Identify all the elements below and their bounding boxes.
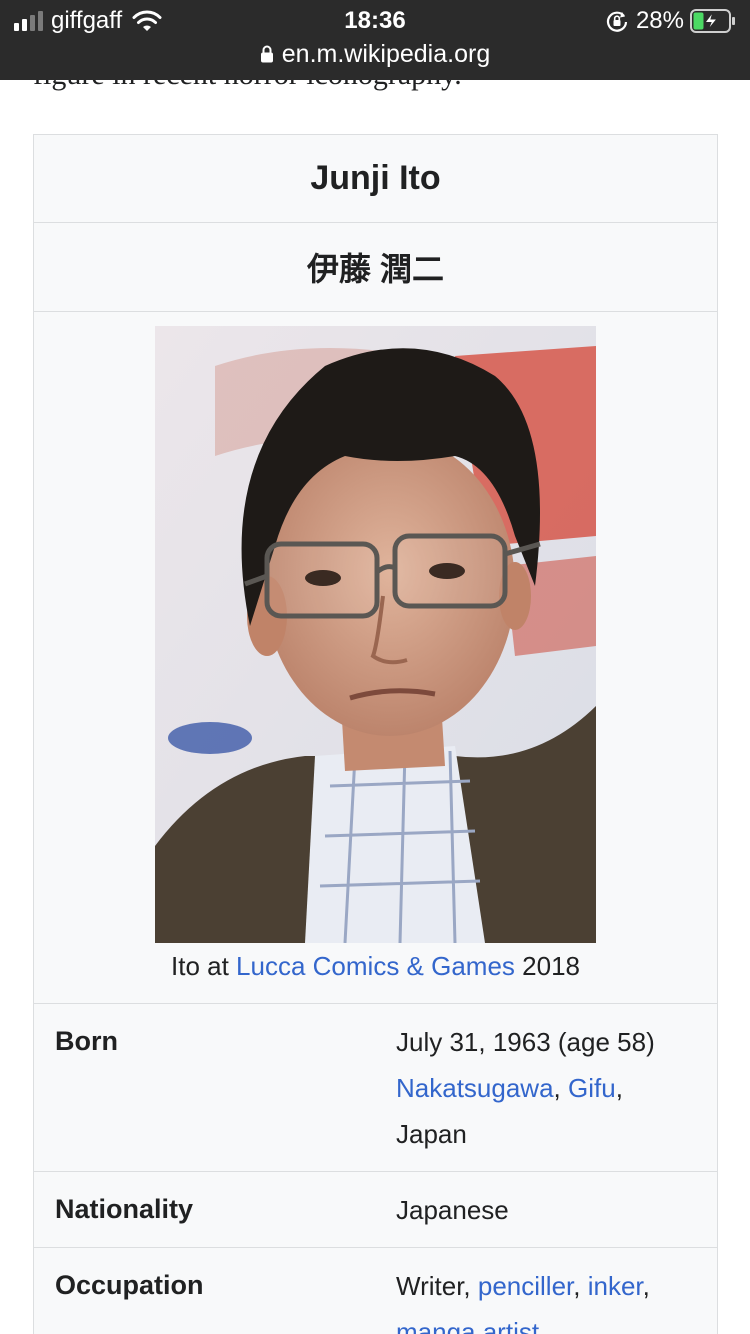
occupation-line-2: manga artist — [396, 1309, 706, 1334]
birth-place: Nakatsugawa, Gifu, — [396, 1065, 706, 1111]
status-bar: giffgaff 18:36 28% en.m.wikipedia.org — [0, 0, 750, 80]
caption-prefix: Ito at — [171, 951, 237, 981]
infobox-row-born: Born July 31, 1963 (age 58) Nakatsugawa,… — [34, 1004, 717, 1172]
occupation-value: Writer, penciller, inker, manga artist — [396, 1263, 706, 1334]
portrait-photo[interactable] — [155, 326, 596, 943]
nationality-label: Nationality — [55, 1194, 194, 1224]
birth-place-separator: , — [553, 1073, 568, 1103]
occupation-label: Occupation — [55, 1270, 204, 1300]
status-right: 28% — [606, 6, 736, 36]
infobox-title: Junji Ito — [34, 135, 717, 223]
infobox-native-name: 伊藤 潤二 — [34, 223, 717, 312]
occupation-line-1: Writer, penciller, inker, — [396, 1263, 706, 1309]
birth-country: Japan — [396, 1119, 467, 1149]
infobox-row-occupation: Occupation Writer, penciller, inker, man… — [34, 1248, 717, 1334]
infobox: Junji Ito 伊藤 潤二 Ito at Lucca Comics & Ga… — [33, 134, 718, 1334]
address-bar[interactable]: en.m.wikipedia.org — [0, 38, 750, 70]
nakatsugawa-link[interactable]: Nakatsugawa — [396, 1073, 554, 1103]
born-value: July 31, 1963 (age 58) Nakatsugawa, Gifu… — [396, 1019, 706, 1157]
rotation-lock-icon — [606, 11, 628, 32]
penciller-link[interactable]: penciller — [478, 1271, 573, 1301]
infobox-image-row: Ito at Lucca Comics & Games 2018 — [34, 312, 717, 1004]
inker-link[interactable]: inker — [588, 1271, 643, 1301]
image-caption: Ito at Lucca Comics & Games 2018 — [34, 946, 717, 986]
caption-suffix: 2018 — [514, 951, 580, 981]
lucca-comics-link[interactable]: Lucca Comics & Games — [236, 951, 515, 981]
padlock-icon — [260, 45, 273, 63]
manga-artist-link[interactable]: manga artist — [396, 1317, 539, 1334]
birth-place-comma: , — [615, 1073, 623, 1103]
occupation-comma: , — [642, 1271, 650, 1301]
infobox-row-nationality: Nationality Japanese — [34, 1172, 717, 1248]
battery-charging-icon — [690, 9, 735, 33]
born-label: Born — [55, 1026, 118, 1056]
url-text[interactable]: en.m.wikipedia.org — [282, 40, 490, 69]
occupation-writer: Writer, — [396, 1271, 478, 1301]
gifu-link[interactable]: Gifu — [568, 1073, 616, 1103]
occupation-separator: , — [573, 1271, 588, 1301]
nationality-value: Japanese — [396, 1195, 509, 1225]
battery-percent: 28% — [635, 7, 684, 34]
birth-date: July 31, 1963 (age 58) — [396, 1027, 655, 1057]
